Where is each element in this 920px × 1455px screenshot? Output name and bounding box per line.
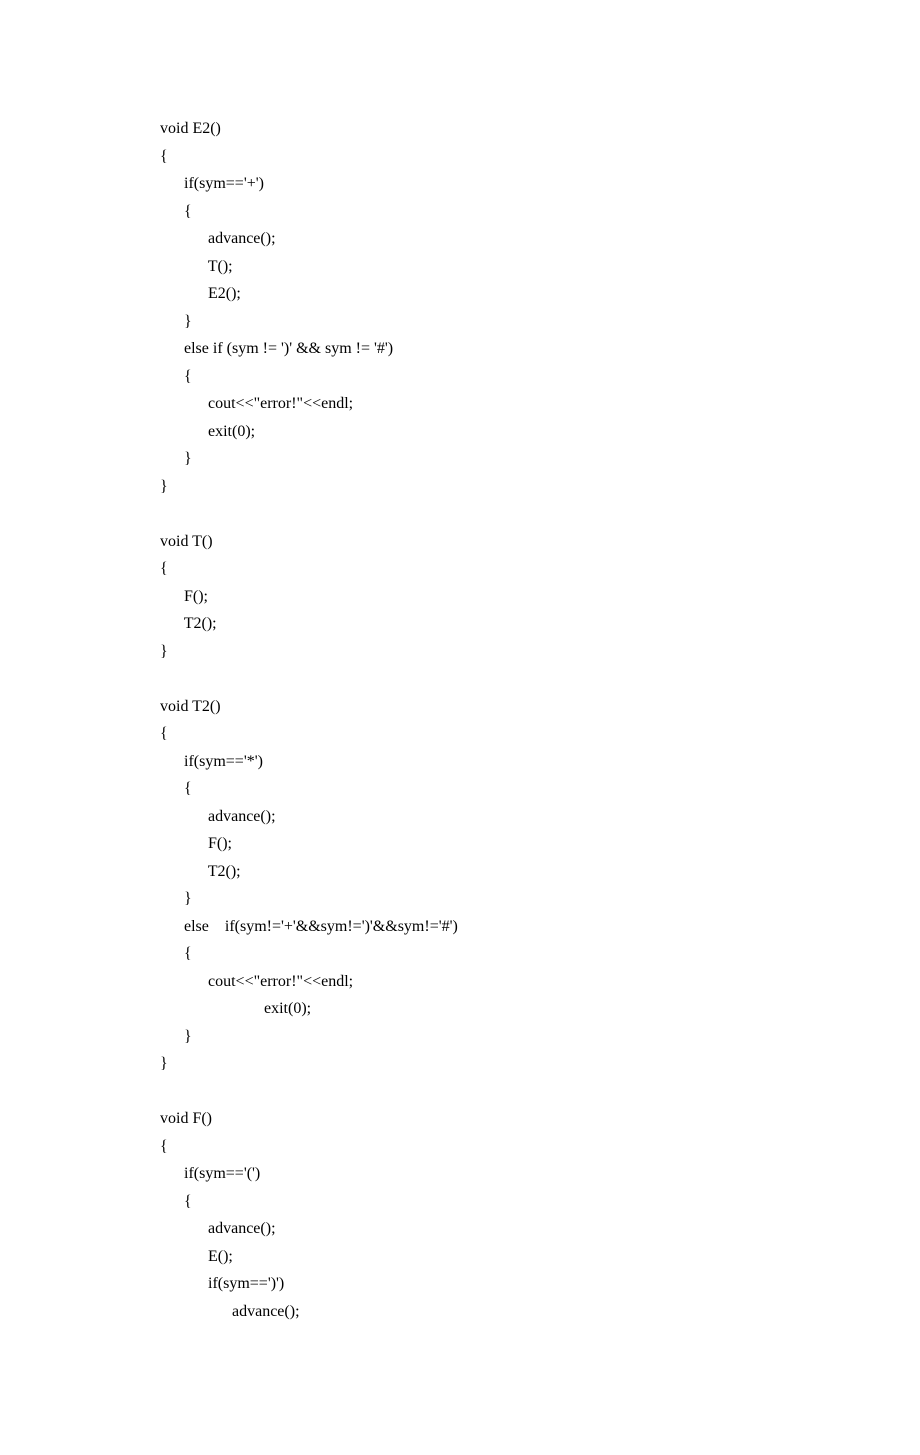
code-block: void E2() { if(sym=='+') { advance(); T(… bbox=[160, 115, 760, 1325]
document-page: void E2() { if(sym=='+') { advance(); T(… bbox=[0, 0, 920, 1455]
